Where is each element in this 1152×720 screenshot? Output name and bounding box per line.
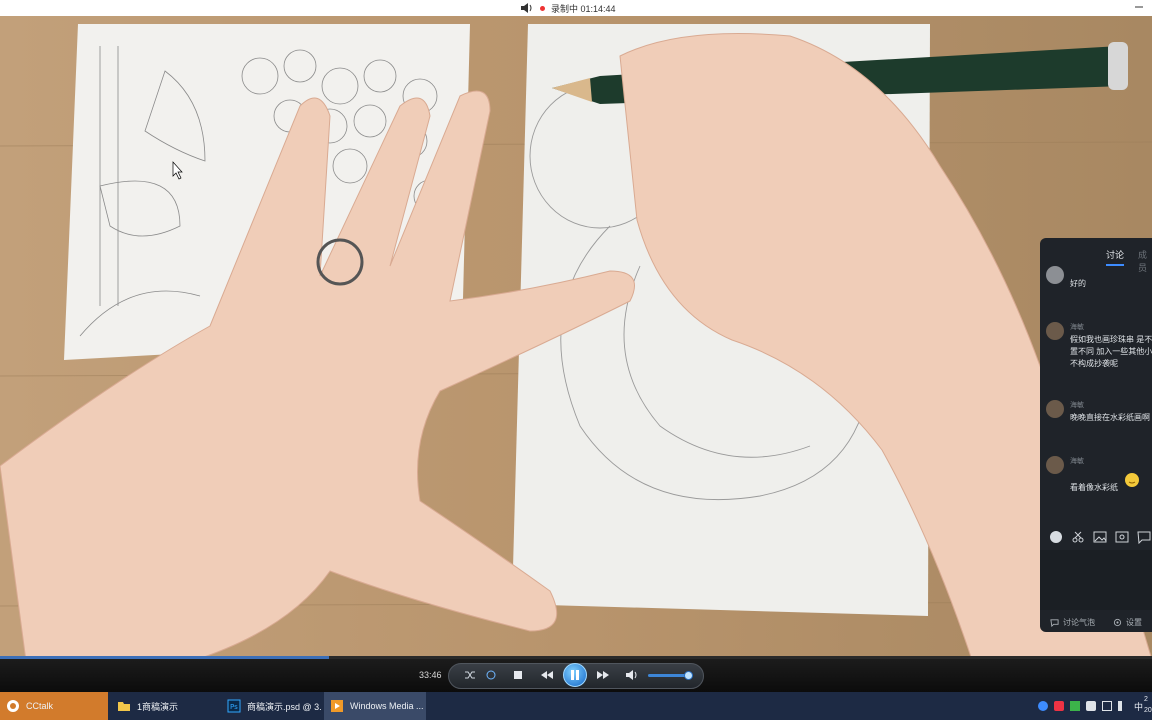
recording-status: 录制中 01:14:44 (551, 3, 616, 14)
taskbar-item-label: 1商稿演示 (137, 701, 179, 712)
recording-dot-icon (540, 5, 545, 11)
photoshop-icon: Ps (227, 699, 241, 713)
clock-time: 2 (1144, 696, 1148, 703)
battery-icon[interactable] (1070, 701, 1080, 711)
taskbar-item-photoshop[interactable]: Ps 商稿演示.psd @ 3... (221, 692, 321, 720)
comment-icon[interactable] (1136, 529, 1152, 545)
chat-toolbar (1040, 526, 1152, 548)
taskbar-item-cctalk[interactable]: CCtalk (0, 692, 108, 720)
chat-input[interactable] (1040, 550, 1152, 610)
network-globe-icon[interactable] (1038, 701, 1048, 711)
clock-date: 202 (1144, 707, 1152, 714)
chat-message: 好的 (1046, 266, 1152, 296)
app-tray-icon[interactable] (1054, 701, 1064, 711)
settings-button[interactable]: 设置 (1126, 617, 1142, 628)
emoji-icon (1125, 473, 1139, 487)
taskbar-item-folder[interactable]: 1商稿演示 (111, 692, 218, 720)
volume-icon[interactable] (624, 667, 640, 683)
security-icon[interactable] (1086, 701, 1096, 711)
volume-slider-thumb[interactable] (684, 671, 693, 680)
elapsed-time: 33:46 (419, 670, 442, 680)
sender-name: 海敏 (1070, 324, 1084, 331)
svg-text:Ps: Ps (230, 703, 238, 711)
avatar[interactable] (1046, 266, 1064, 284)
screenshot-icon[interactable] (1114, 529, 1130, 545)
image-icon[interactable] (1092, 529, 1108, 545)
player-controls: 33:46 (0, 659, 1152, 692)
folder-icon (118, 702, 130, 711)
system-tray: 中 2 202 (1034, 692, 1152, 720)
repeat-icon[interactable] (483, 667, 499, 683)
monitor-icon[interactable] (1102, 701, 1112, 711)
next-icon[interactable] (595, 667, 611, 683)
taskbar-item-label: 商稿演示.psd @ 3... (247, 701, 321, 712)
clock[interactable]: 2 202 (1144, 694, 1152, 716)
recording-indicator[interactable]: 录制中 01:14:44 (512, 0, 640, 16)
chat-message: 海敏 晚晚直接在水彩纸画啊 (1046, 400, 1152, 430)
taskbar-item-label: CCtalk (26, 701, 54, 711)
avatar[interactable] (1046, 400, 1064, 418)
bubble-style-button[interactable]: 讨论气泡 (1063, 617, 1095, 628)
message-text: 好的 (1070, 279, 1086, 288)
video-frame[interactable] (0, 16, 1152, 660)
chat-footer: 讨论气泡 设置 (1040, 612, 1152, 632)
taskbar-item-windows-media[interactable]: Windows Media ... (324, 692, 426, 720)
media-player-icon (331, 700, 343, 712)
bubble-icon[interactable] (1050, 618, 1059, 627)
settings-gear-icon[interactable] (1113, 618, 1122, 627)
speaker-icon[interactable] (520, 2, 534, 14)
previous-icon[interactable] (539, 667, 555, 683)
cctalk-icon (7, 700, 19, 712)
chat-message: 海敏 看着像水彩纸 (1046, 456, 1152, 492)
scissors-icon[interactable] (1070, 529, 1086, 545)
chat-panel: 讨论 成员 好的 海敏 假如我也画珍珠串 是不 置不同 加入一些其他小 不构成抄… (1040, 238, 1152, 632)
stop-icon[interactable] (510, 667, 526, 683)
pause-button[interactable] (563, 663, 587, 687)
sender-name: 海敏 (1070, 458, 1084, 465)
tab-discussion[interactable]: 讨论 (1106, 248, 1125, 266)
gift-icon[interactable] (1048, 529, 1064, 545)
message-text-line: 不构成抄袭呢 (1070, 359, 1118, 368)
taskbar: CCtalk 1商稿演示 Ps 商稿演示.psd @ 3... Windows … (0, 692, 1152, 720)
video-scene (0, 16, 1152, 660)
message-text: 假如我也画珍珠串 是不 (1070, 335, 1152, 344)
taskbar-item-label: Windows Media ... (350, 701, 424, 711)
minimize-icon[interactable] (1134, 2, 1144, 12)
shuffle-icon[interactable] (462, 667, 478, 683)
input-language[interactable]: 中 (1134, 700, 1143, 713)
screen: 录制中 01:14:44 讨论 成员 好的 海敏 假如我也画珍珠串 是不 置不同… (0, 0, 1152, 720)
message-text: 晚晚直接在水彩纸画啊 (1070, 413, 1150, 422)
chat-message: 海敏 假如我也画珍珠串 是不 置不同 加入一些其他小 不构成抄袭呢 (1046, 322, 1152, 372)
message-text-line: 置不同 加入一些其他小 (1070, 347, 1152, 356)
avatar[interactable] (1046, 456, 1064, 474)
sender-name: 海敏 (1070, 402, 1084, 409)
pause-icon (571, 670, 579, 680)
avatar[interactable] (1046, 322, 1064, 340)
speaker-tray-icon[interactable] (1118, 701, 1128, 711)
recording-bar: 录制中 01:14:44 (0, 0, 1152, 16)
